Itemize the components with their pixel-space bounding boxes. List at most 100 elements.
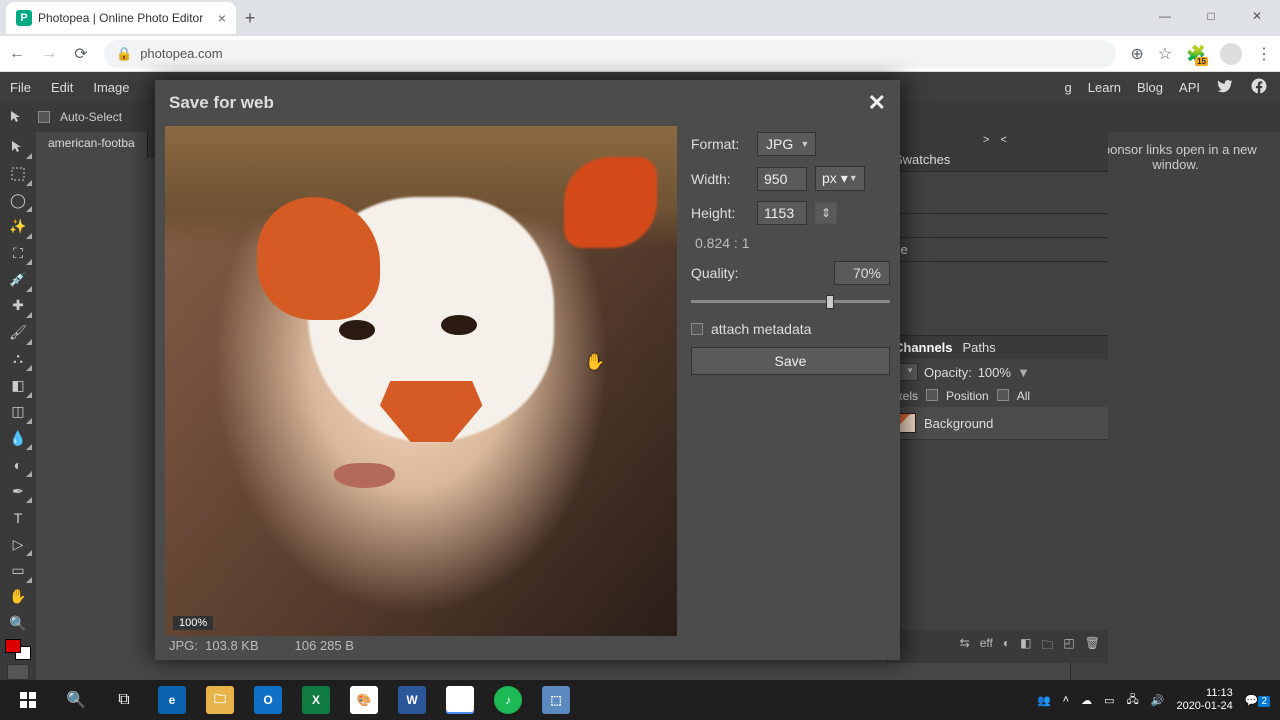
menu-truncated[interactable]: g xyxy=(1065,80,1072,95)
tray-clock[interactable]: 11:13 2020-01-24 xyxy=(1176,687,1232,713)
opacity-dropdown-icon[interactable]: ▼ xyxy=(1017,365,1030,380)
quickmask-icon[interactable] xyxy=(7,664,29,680)
kebab-menu-icon[interactable]: ⋮ xyxy=(1256,44,1272,64)
zoom-tool[interactable]: 🔍 xyxy=(3,610,33,636)
channels-tab[interactable]: Channels xyxy=(894,340,953,355)
width-input[interactable]: 950 xyxy=(757,167,807,191)
shape-tool[interactable]: ▭ xyxy=(3,557,33,583)
gradient-tool[interactable]: ◫ xyxy=(3,399,33,425)
format-select[interactable]: JPG xyxy=(757,132,816,156)
forward-icon[interactable]: → xyxy=(40,45,58,63)
task-view-icon[interactable]: ⧉ xyxy=(100,680,148,720)
preview-image xyxy=(165,126,677,636)
lock-all[interactable]: All xyxy=(1017,389,1030,403)
paths-tab[interactable]: Paths xyxy=(963,340,996,355)
taskbar-paint[interactable]: 🎨 xyxy=(340,680,388,720)
address-bar[interactable]: 🔒 photopea.com xyxy=(104,40,1116,68)
mask-icon[interactable]: ◐ xyxy=(1003,636,1010,657)
panel-collapse-icon[interactable]: > < xyxy=(886,132,1108,148)
extension-icon[interactable]: 🧩15 xyxy=(1186,44,1206,64)
dialog-close-button[interactable]: ✕ xyxy=(868,90,886,116)
tray-people-icon[interactable]: 👥 xyxy=(1037,694,1051,707)
document-tab[interactable]: american-footba xyxy=(36,132,148,158)
tray-volume-icon[interactable]: 🔊 xyxy=(1151,694,1165,707)
back-icon[interactable]: ← xyxy=(8,45,26,63)
adjustment-icon[interactable]: ◧ xyxy=(1020,636,1031,657)
twitter-icon[interactable] xyxy=(1216,77,1234,98)
text-tool[interactable]: T xyxy=(3,504,33,530)
trash-icon[interactable]: 🗑 xyxy=(1085,636,1100,657)
heal-tool[interactable]: ✚ xyxy=(3,293,33,319)
search-icon[interactable]: 🔍 xyxy=(52,680,100,720)
profile-icon[interactable] xyxy=(1220,43,1242,65)
lock-all-check[interactable] xyxy=(997,389,1009,401)
lock-position-check[interactable] xyxy=(926,389,938,401)
zoom-indicator[interactable]: 100% xyxy=(173,616,213,630)
crop-tool[interactable]: ⛶ xyxy=(3,240,33,266)
brush-tool[interactable]: 🖌 xyxy=(3,319,33,345)
window-minimize-button[interactable]: — xyxy=(1142,0,1188,32)
foreground-background-colors[interactable] xyxy=(5,639,31,661)
eraser-tool[interactable]: ◧ xyxy=(3,372,33,398)
new-tab-button[interactable]: + xyxy=(236,4,264,32)
menu-file[interactable]: File xyxy=(0,72,41,102)
menu-learn[interactable]: Learn xyxy=(1088,80,1121,95)
opacity-value[interactable]: 100% xyxy=(978,365,1011,380)
menu-api[interactable]: API xyxy=(1179,80,1200,95)
tray-language-icon[interactable]: ▭ xyxy=(1104,694,1114,707)
reload-icon[interactable]: ⟳ xyxy=(72,44,90,64)
menu-blog[interactable]: Blog xyxy=(1137,80,1163,95)
tab-close-icon[interactable]: × xyxy=(218,10,226,26)
hand-tool[interactable]: ✋ xyxy=(3,584,33,610)
tray-chevron-icon[interactable]: ˄ xyxy=(1063,694,1069,706)
browser-tab[interactable]: P Photopea | Online Photo Editor × xyxy=(6,2,236,34)
attach-metadata-checkbox[interactable] xyxy=(691,323,703,335)
auto-select-checkbox[interactable] xyxy=(38,111,50,123)
save-button[interactable]: Save xyxy=(691,347,890,375)
unit-select[interactable]: px ▾ xyxy=(815,166,865,191)
height-input[interactable]: 1153 xyxy=(757,201,807,225)
taskbar-spotify[interactable]: ♪ xyxy=(484,680,532,720)
facebook-icon[interactable] xyxy=(1250,77,1268,98)
taskbar-explorer[interactable]: 🗀 xyxy=(196,680,244,720)
swatches-panel-tab[interactable]: Swatches xyxy=(886,148,1108,172)
blur-tool[interactable]: 💧 xyxy=(3,425,33,451)
move-tool[interactable] xyxy=(3,134,33,160)
stamp-tool[interactable]: ⛬ xyxy=(3,346,33,372)
taskbar-edge[interactable]: e xyxy=(148,680,196,720)
link-layers-icon[interactable]: ⇆ xyxy=(960,636,970,657)
taskbar-excel[interactable]: X xyxy=(292,680,340,720)
tray-network-icon[interactable]: 🖧 xyxy=(1126,691,1138,710)
install-icon[interactable]: ⊕ xyxy=(1130,44,1143,64)
wand-tool[interactable]: ✨ xyxy=(3,213,33,239)
taskbar-word[interactable]: W xyxy=(388,680,436,720)
dodge-tool[interactable]: ◐ xyxy=(3,451,33,477)
quality-slider[interactable] xyxy=(691,293,890,311)
lasso-tool[interactable]: ◯ xyxy=(3,187,33,213)
window-close-button[interactable]: ✕ xyxy=(1234,0,1280,32)
tray-onedrive-icon[interactable]: ☁ xyxy=(1081,694,1092,707)
format-label: Format: xyxy=(691,136,749,152)
menu-edit[interactable]: Edit xyxy=(41,72,83,102)
link-dimensions-icon[interactable]: ⇕ xyxy=(815,202,837,224)
tray-notification-icon[interactable]: 💬2 xyxy=(1245,694,1270,707)
quality-input[interactable]: 70% xyxy=(834,261,890,285)
taskbar-app[interactable]: ⬚ xyxy=(532,680,580,720)
marquee-tool[interactable] xyxy=(3,160,33,186)
eyedropper-tool[interactable]: 💉 xyxy=(3,266,33,292)
preview-pane[interactable]: ✋ 100% xyxy=(165,126,677,636)
window-maximize-button[interactable]: □ xyxy=(1188,0,1234,32)
menu-image[interactable]: Image xyxy=(83,72,139,102)
bookmark-icon[interactable]: ☆ xyxy=(1158,44,1172,64)
layer-background[interactable]: Background xyxy=(886,407,1108,440)
path-select-tool[interactable]: ▷ xyxy=(3,531,33,557)
folder-icon[interactable]: 🗀 xyxy=(1041,636,1053,657)
lock-position[interactable]: Position xyxy=(946,389,989,403)
pen-tool[interactable]: ✒ xyxy=(3,478,33,504)
taskbar-outlook[interactable]: O xyxy=(244,680,292,720)
effects-icon[interactable]: eff xyxy=(980,636,993,657)
start-button[interactable] xyxy=(4,680,52,720)
taskbar-chrome[interactable]: ◉ xyxy=(436,680,484,720)
move-tool-icon xyxy=(6,106,28,128)
new-layer-icon[interactable]: ◰ xyxy=(1063,636,1074,657)
